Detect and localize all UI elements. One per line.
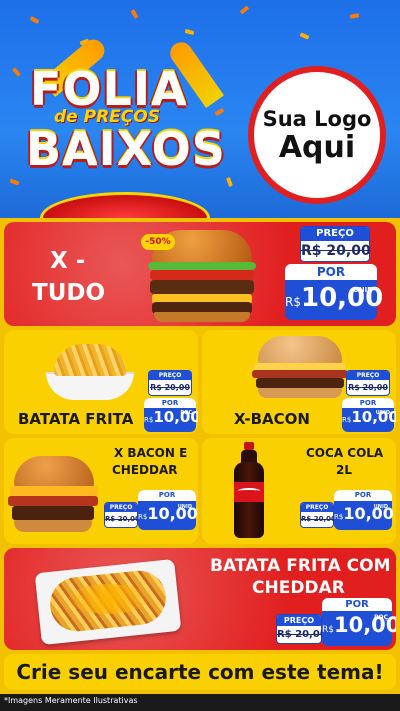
new-price-tag: POR UNID R$10,00 bbox=[342, 398, 396, 432]
old-price-value: R$ 20,00 bbox=[301, 243, 371, 259]
old-price-tag: PREÇO R$ 20,00 bbox=[276, 614, 327, 644]
confetti-piece bbox=[29, 16, 40, 24]
old-price-tag: PREÇO R$ 20,00 bbox=[346, 370, 390, 396]
new-price-value: R$10,00 bbox=[322, 613, 396, 637]
product-name: TUDO bbox=[32, 280, 106, 306]
old-price-value: R$ 20,00 bbox=[301, 515, 336, 523]
confetti-piece bbox=[184, 28, 195, 36]
new-price-value: R$10,00 bbox=[342, 408, 396, 426]
cta-banner[interactable]: Crie seu encarte com este tema! bbox=[4, 654, 396, 690]
confetti-piece bbox=[12, 67, 21, 77]
product-name: X BACON E bbox=[114, 446, 188, 460]
new-price-value: R$10,00 bbox=[144, 408, 198, 426]
discount-badge: -50% bbox=[141, 234, 175, 250]
old-price-label: PREÇO bbox=[301, 227, 369, 241]
old-price-value: R$ 20,00 bbox=[150, 383, 190, 392]
old-price-tag: PREÇO R$ 20,00 bbox=[148, 370, 192, 396]
old-price-tag: PREÇO R$ 20,00 bbox=[300, 502, 336, 528]
product-card-batata-cheddar[interactable]: BATATA FRITA COM CHEDDAR PREÇO R$ 20,00 … bbox=[4, 548, 396, 650]
product-name: CHEDDAR bbox=[112, 463, 178, 477]
new-price-label: POR bbox=[285, 264, 377, 280]
product-card-x-bacon-cheddar[interactable]: X BACON E CHEDDAR PREÇO R$ 20,00 POR UNI… bbox=[4, 438, 198, 544]
new-price-tag: POR UNID R$10,00 bbox=[285, 264, 384, 320]
x-bacon-cheddar-burger-image bbox=[8, 456, 98, 540]
old-price-label: PREÇO bbox=[347, 371, 389, 380]
confetti-piece bbox=[9, 178, 20, 186]
product-name: 2L bbox=[336, 463, 352, 477]
old-price-label: PREÇO bbox=[277, 615, 321, 626]
new-price-label: POR bbox=[322, 598, 392, 611]
new-price-label: POR bbox=[334, 490, 392, 501]
logo-text-line2: Aqui bbox=[278, 129, 356, 165]
product-card-x-tudo[interactable]: X - TUDO -50% PREÇO R$ 20,00 POR UNID R$… bbox=[4, 222, 396, 326]
old-price-label: PREÇO bbox=[301, 503, 333, 512]
product-card-batata-frita[interactable]: BATATA FRITA PREÇO R$ 20,00 POR POC R$10… bbox=[4, 330, 198, 434]
old-price-value: R$ 20,00 bbox=[348, 383, 388, 392]
new-price-tag: POR UNID R$10,00 bbox=[138, 490, 198, 530]
logo-placeholder[interactable]: Sua Logo Aqui bbox=[248, 66, 386, 204]
logo-text-line1: Sua Logo bbox=[262, 106, 372, 131]
old-price-tag: PREÇO R$ 20,00 bbox=[104, 502, 140, 528]
new-price-value: R$10,00 bbox=[334, 504, 394, 523]
confetti-piece bbox=[130, 9, 139, 19]
title-bottom: BAIXOS bbox=[26, 122, 226, 176]
disclaimer-text: *Imagens Meramente Ilustrativas bbox=[4, 696, 138, 705]
header-banner: FOLIA de PREÇOS BAIXOS Sua Logo Aqui bbox=[0, 0, 400, 218]
product-name: CHEDDAR bbox=[252, 578, 345, 598]
footer-bar: *Imagens Meramente Ilustrativas bbox=[0, 694, 400, 711]
old-price-value: R$ 20,00 bbox=[277, 629, 327, 640]
old-price-label: PREÇO bbox=[105, 503, 137, 512]
confetti-piece bbox=[239, 5, 250, 15]
new-price-tag: POR POC R$10,00 bbox=[144, 398, 198, 432]
product-name: BATATA FRITA bbox=[18, 410, 134, 428]
coca-cola-bottle-image bbox=[232, 442, 266, 540]
fries-bowl-image bbox=[42, 336, 138, 402]
promo-title: FOLIA de PREÇOS BAIXOS bbox=[22, 62, 232, 218]
x-bacon-burger-image bbox=[252, 336, 348, 400]
cheddar-fries-tray-image bbox=[34, 558, 182, 646]
title-drum-icon bbox=[40, 192, 210, 218]
old-price-value: R$ 20,00 bbox=[105, 515, 140, 523]
product-name: X-BACON bbox=[234, 410, 310, 428]
new-price-label: POR bbox=[138, 490, 196, 501]
new-price-value: R$10,00 bbox=[138, 504, 198, 523]
confetti-piece bbox=[349, 13, 360, 19]
new-price-tag: POR UNID R$10,00 bbox=[334, 490, 394, 530]
product-card-x-bacon[interactable]: X-BACON PREÇO R$ 20,00 POR UNID R$10,00 bbox=[202, 330, 396, 434]
product-name: COCA COLA bbox=[306, 446, 384, 460]
new-price-tag: POR POÇ R$10,00 bbox=[322, 598, 396, 646]
old-price-label: PREÇO bbox=[149, 371, 191, 380]
new-price-value: R$10,00 bbox=[285, 283, 384, 313]
product-card-coca-cola[interactable]: COCA COLA 2L PREÇO R$ 20,00 POR UNID R$1… bbox=[202, 438, 396, 544]
product-name: X - bbox=[50, 248, 86, 274]
product-name: BATATA FRITA COM bbox=[210, 556, 391, 576]
confetti-piece bbox=[299, 32, 310, 40]
old-price-tag: PREÇO R$ 20,00 bbox=[300, 226, 371, 262]
